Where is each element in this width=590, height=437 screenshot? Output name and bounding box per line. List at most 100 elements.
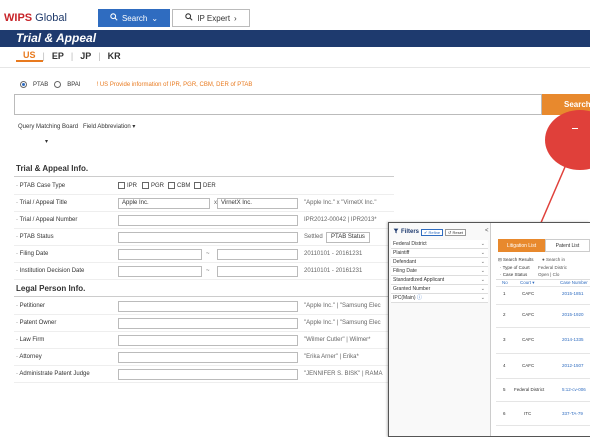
help-icon[interactable]: ⓘ bbox=[417, 295, 422, 301]
attorney-input[interactable] bbox=[118, 352, 298, 363]
judge-row: · Administrate Patent Judge "JENNIFER S.… bbox=[14, 366, 394, 383]
query-options: Query Matching Board Field Abbreviation … bbox=[18, 123, 135, 130]
tab-patent-list[interactable]: Patent List bbox=[545, 239, 590, 252]
row-case-number-link[interactable]: 5:12-cv-006 bbox=[562, 387, 586, 392]
column-no: No bbox=[502, 280, 508, 285]
petitioner-input[interactable] bbox=[118, 301, 298, 312]
tab-kr[interactable]: KR bbox=[101, 51, 128, 61]
type-of-court-label: · Type of Court bbox=[500, 265, 530, 270]
filter-item-defendant[interactable]: Defendant ⌄ bbox=[391, 258, 488, 267]
row-divider bbox=[496, 353, 590, 354]
chevron-down-icon: ⌄ bbox=[480, 250, 485, 256]
filters-panel: Filters ✔ Refine ↺ Reset < Federal Distr… bbox=[389, 223, 491, 436]
judge-input[interactable] bbox=[118, 369, 298, 380]
row-case-number-link[interactable]: 2015-1920 bbox=[562, 312, 584, 317]
search-in-option[interactable]: ● Search in bbox=[542, 257, 565, 262]
row-case-number-link[interactable]: 2014-1335 bbox=[562, 337, 584, 342]
appeal-number-hint: IPR2012-00042 | IPR2013* bbox=[304, 217, 377, 223]
appeal-number-row: · Trial / Appeal Number IPR2012-00042 | … bbox=[14, 212, 394, 229]
petitioner-row: · Petitioner "Apple Inc." | "Samsung Ele… bbox=[14, 298, 394, 315]
radio-bpai[interactable] bbox=[54, 81, 62, 88]
query-matching-board-link[interactable]: Query Matching Board bbox=[18, 124, 78, 130]
attorney-label: · Attorney bbox=[16, 354, 42, 360]
ip-expert-tab[interactable]: IP Expert › bbox=[172, 9, 250, 27]
filter-item-granted-number[interactable]: Granted Number ⌄ bbox=[391, 285, 488, 294]
trial-appeal-section-title: Trial & Appeal Info. bbox=[16, 164, 89, 173]
filing-date-from[interactable] bbox=[118, 249, 202, 260]
checkbox-pgr[interactable]: PGR bbox=[142, 182, 164, 189]
divider bbox=[0, 67, 590, 68]
chevron-right-icon: › bbox=[234, 13, 237, 23]
appeal-title-hint: "Apple Inc." x "VirnetX Inc." bbox=[304, 200, 377, 206]
page-title: Trial & Appeal bbox=[16, 31, 97, 45]
institution-date-to[interactable] bbox=[217, 266, 298, 277]
row-divider bbox=[496, 304, 590, 305]
appeal-title-input-1[interactable]: Apple Inc. bbox=[118, 198, 210, 209]
institution-date-from[interactable] bbox=[118, 266, 202, 277]
search-input[interactable] bbox=[14, 94, 542, 115]
ptab-status-hint: Settled bbox=[304, 234, 323, 240]
appeal-title-row: · Trial / Appeal Title Apple Inc. x Virn… bbox=[14, 195, 394, 212]
tab-jp[interactable]: JP bbox=[73, 51, 98, 61]
checkbox-der[interactable]: DER bbox=[194, 182, 216, 189]
radio-ptab-label: PTAB bbox=[33, 81, 49, 88]
institution-date-row: · Institution Decision Date ~ 20110101 -… bbox=[14, 263, 394, 280]
ptab-status-button[interactable]: PTAB Status bbox=[326, 232, 370, 243]
radio-ptab[interactable] bbox=[20, 81, 27, 88]
chevron-down-icon: ▾ bbox=[132, 124, 136, 130]
range-separator: ~ bbox=[206, 268, 210, 274]
type-of-court-value[interactable]: Federal Distric bbox=[538, 265, 567, 270]
law-firm-input[interactable] bbox=[118, 335, 298, 346]
wips-logo[interactable]: WIPS Global bbox=[4, 12, 67, 24]
row-case-number-link[interactable]: 337-TA-79 bbox=[562, 411, 583, 416]
section-divider bbox=[14, 176, 394, 177]
chevron-down-icon: ⌄ bbox=[151, 13, 159, 23]
patent-owner-label: · Patent Owner bbox=[16, 320, 57, 326]
appeal-title-input-2[interactable]: VirnetX Inc. bbox=[217, 198, 298, 209]
ptab-status-row: · PTAB Status Settled PTAB Status bbox=[14, 229, 394, 246]
filing-date-to[interactable] bbox=[217, 249, 298, 260]
patent-owner-input[interactable] bbox=[118, 318, 298, 329]
column-case-number[interactable]: Case Number bbox=[560, 280, 588, 285]
checkbox-cbm[interactable]: CBM bbox=[168, 182, 190, 189]
filter-item-filing-date[interactable]: Filing Date ⌄ bbox=[391, 267, 488, 276]
chevron-down-icon[interactable]: ▾ bbox=[45, 138, 48, 145]
range-separator: ~ bbox=[206, 251, 210, 257]
tab-litigation-list[interactable]: Litigation List bbox=[498, 239, 545, 252]
row-case-number-link[interactable]: 2012-1507 bbox=[562, 363, 584, 368]
filter-item-federal-district[interactable]: Federal District ⌄ bbox=[391, 240, 488, 249]
checkbox-ipr[interactable]: IPR bbox=[118, 182, 137, 189]
row-case-number-link[interactable]: 2015-1851 bbox=[562, 291, 584, 296]
row-no: 3 bbox=[503, 337, 506, 342]
ptab-status-input[interactable] bbox=[118, 232, 298, 243]
filing-date-row: · Filing Date ~ 20110101 - 20161231 bbox=[14, 246, 394, 263]
chevron-down-icon: ⌄ bbox=[480, 277, 485, 283]
row-court: CAFC bbox=[522, 291, 535, 296]
case-status-value[interactable]: Open | Clo bbox=[538, 272, 559, 277]
tab-us[interactable]: US bbox=[16, 50, 43, 62]
collapse-panel-button[interactable]: < bbox=[485, 228, 489, 234]
filter-item-plaintiff[interactable]: Plaintiff ⌄ bbox=[391, 249, 488, 258]
filter-item-standardized-applicant[interactable]: Standardized Applicant ⌄ bbox=[391, 276, 488, 285]
ptab-status-label: · PTAB Status bbox=[16, 234, 54, 240]
title-bar: Trial & Appeal bbox=[0, 30, 590, 47]
attorney-row: · Attorney "Erika Arner" | Erika* bbox=[14, 349, 394, 366]
appeal-number-input[interactable] bbox=[118, 215, 298, 226]
table-header-divider bbox=[496, 286, 590, 287]
judge-hint: "JENNIFER S. BISK" | RAMA bbox=[304, 371, 383, 377]
search-menu-tab[interactable]: Search ⌄ bbox=[98, 9, 170, 27]
tab-ep[interactable]: EP bbox=[45, 51, 71, 61]
attorney-hint: "Erika Arner" | Erika* bbox=[304, 354, 359, 360]
reset-button[interactable]: ↺ Reset bbox=[445, 228, 466, 236]
row-divider bbox=[496, 378, 590, 379]
refine-button[interactable]: ✔ Refine bbox=[421, 228, 444, 236]
petitioner-label: · Petitioner bbox=[16, 303, 46, 309]
row-divider bbox=[496, 425, 590, 426]
field-abbreviation-link[interactable]: Field Abbreviation bbox=[83, 124, 131, 130]
row-court: CAFC bbox=[522, 363, 535, 368]
filters-header: Filters ✔ Refine ↺ Reset bbox=[393, 228, 466, 236]
row-court: ITC bbox=[524, 411, 532, 416]
filter-item-ipc-main[interactable]: IPC(Main) ⓘ ⌄ bbox=[391, 294, 488, 303]
magnifier-hand-icon bbox=[185, 13, 193, 23]
results-panel: Litigation List Patent List ⊟ Search Res… bbox=[492, 223, 590, 436]
